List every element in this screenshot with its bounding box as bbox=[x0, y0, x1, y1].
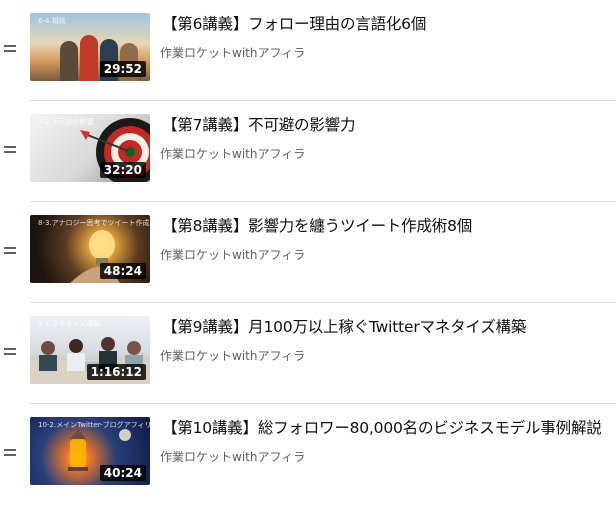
video-title[interactable]: 【第6講義】フォロー理由の言語化6個 bbox=[162, 12, 426, 34]
channel-name[interactable]: 作業ロケットwithアフィラ bbox=[160, 145, 305, 162]
video-title[interactable]: 【第8講義】影響力を纏うツイート作成術8個 bbox=[162, 214, 472, 236]
thumbnail-caption: 9-1.マネタイズ構築 bbox=[38, 320, 101, 328]
duration-badge: 29:52 bbox=[99, 61, 146, 77]
playlist-item[interactable]: 10-2.メインTwitter-ブログアフィリエイト 40:24 【第10講義】… bbox=[0, 404, 616, 505]
playlist-item[interactable]: 7-2.不可避の影響 32:20 【第7講義】不可避の影響力 作業ロケットwit… bbox=[0, 101, 616, 202]
duration-badge: 40:24 bbox=[99, 465, 146, 481]
duration-badge: 48:24 bbox=[99, 263, 146, 279]
channel-name[interactable]: 作業ロケットwithアフィラ bbox=[160, 44, 305, 61]
video-title[interactable]: 【第9講義】月100万以上稼ぐTwitterマネタイズ構築 bbox=[162, 315, 526, 337]
duration-badge: 1:16:12 bbox=[86, 364, 146, 380]
thumbnail-caption: 8-3.アナロジー思考でツイート作成 bbox=[38, 219, 150, 227]
playlist-item[interactable]: 8-3.アナロジー思考でツイート作成 48:24 【第8講義】影響力を纏うツイー… bbox=[0, 202, 616, 303]
video-thumbnail[interactable]: 9-1.マネタイズ構築 1:16:12 bbox=[30, 316, 150, 384]
drag-handle-icon[interactable] bbox=[4, 247, 16, 255]
drag-handle-icon[interactable] bbox=[4, 449, 16, 457]
video-thumbnail[interactable]: 7-2.不可避の影響 32:20 bbox=[30, 114, 150, 182]
thumbnail-caption: 10-2.メインTwitter-ブログアフィリエイト bbox=[38, 421, 150, 429]
duration-badge: 32:20 bbox=[99, 162, 146, 178]
video-title[interactable]: 【第10講義】総フォロワー80,000名のビジネスモデル事例解説 bbox=[162, 416, 602, 438]
channel-name[interactable]: 作業ロケットwithアフィラ bbox=[160, 347, 305, 364]
drag-handle-icon[interactable] bbox=[4, 146, 16, 154]
thumbnail-caption: 7-2.不可避の影響 bbox=[38, 118, 94, 126]
video-thumbnail[interactable]: 10-2.メインTwitter-ブログアフィリエイト 40:24 bbox=[30, 417, 150, 485]
thumbnail-caption: 6-4.相談 bbox=[38, 17, 66, 25]
channel-name[interactable]: 作業ロケットwithアフィラ bbox=[160, 246, 305, 263]
playlist-item[interactable]: 9-1.マネタイズ構築 1:16:12 【第9講義】月100万以上稼ぐTwitt… bbox=[0, 303, 616, 404]
drag-handle-icon[interactable] bbox=[4, 348, 16, 356]
playlist-item[interactable]: 6-4.相談 29:52 【第6講義】フォロー理由の言語化6個 作業ロケットwi… bbox=[0, 0, 616, 101]
video-thumbnail[interactable]: 6-4.相談 29:52 bbox=[30, 13, 150, 81]
drag-handle-icon[interactable] bbox=[4, 45, 16, 53]
channel-name[interactable]: 作業ロケットwithアフィラ bbox=[160, 448, 305, 465]
video-title[interactable]: 【第7講義】不可避の影響力 bbox=[162, 113, 355, 135]
video-thumbnail[interactable]: 8-3.アナロジー思考でツイート作成 48:24 bbox=[30, 215, 150, 283]
playlist: 6-4.相談 29:52 【第6講義】フォロー理由の言語化6個 作業ロケットwi… bbox=[0, 0, 616, 501]
